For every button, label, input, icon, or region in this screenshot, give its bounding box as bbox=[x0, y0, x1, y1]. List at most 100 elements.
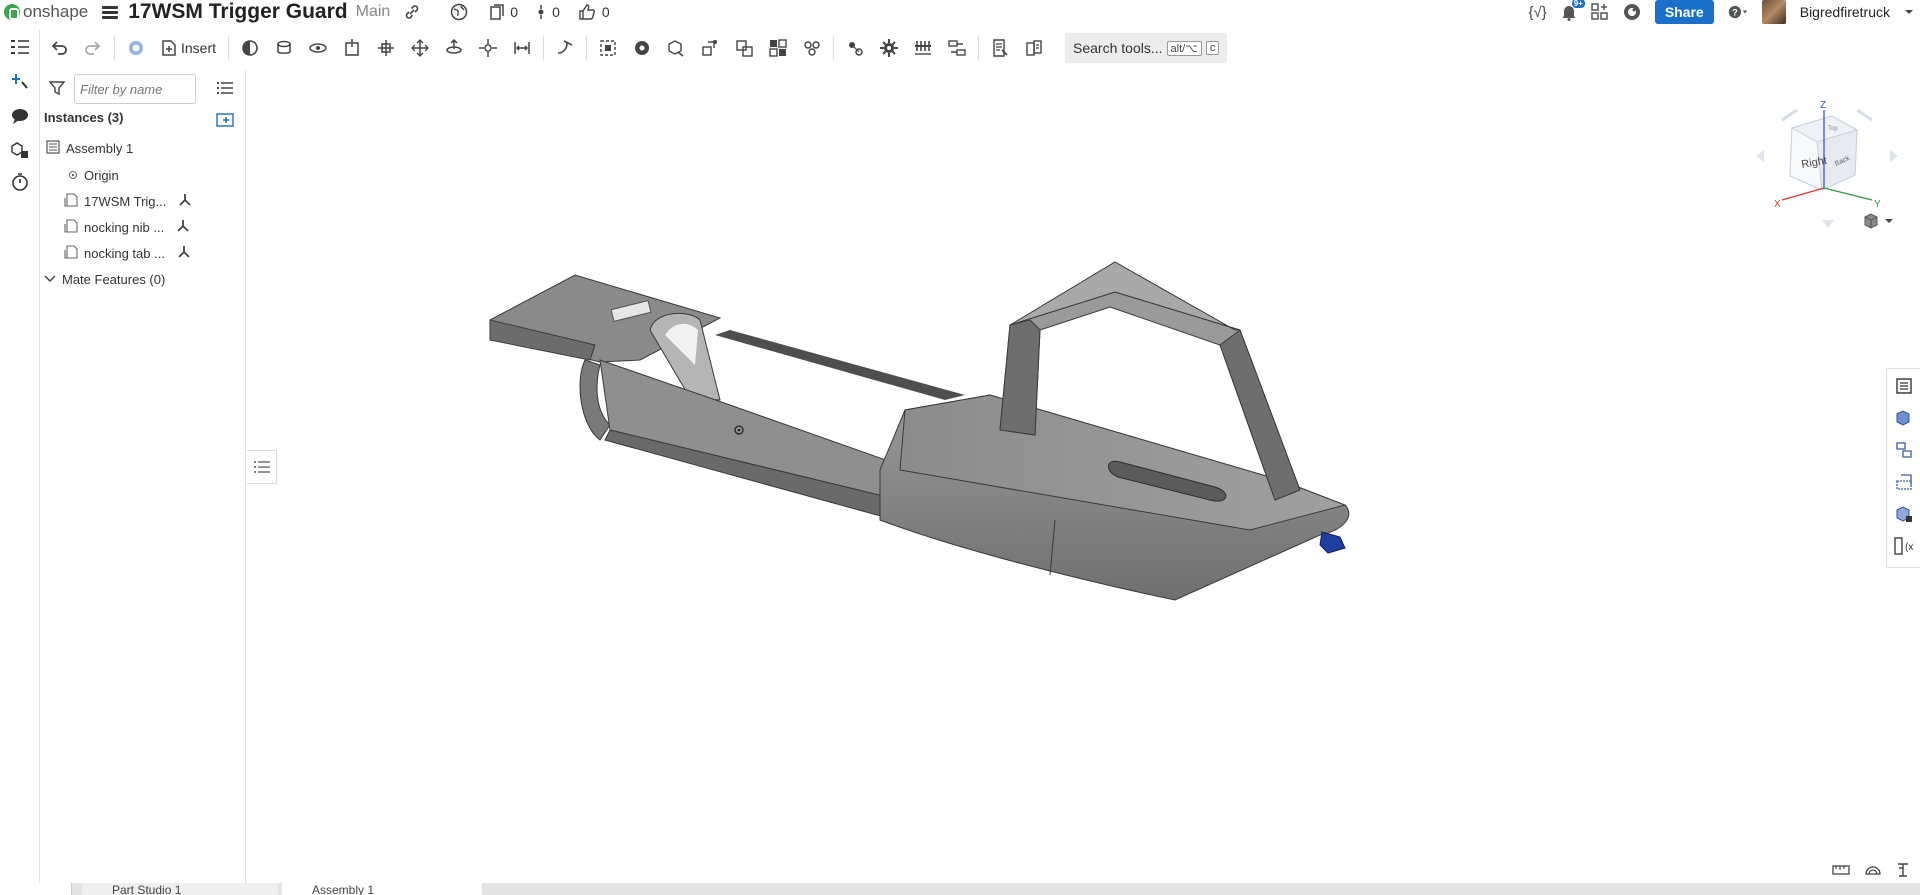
mate-connector-tri-icon[interactable] bbox=[177, 245, 191, 262]
variable-studio-icon[interactable]: {√} bbox=[1529, 4, 1547, 21]
view-cube[interactable]: Right Back Top Z X Y bbox=[1752, 90, 1902, 230]
instances-header: Instances (3) bbox=[44, 110, 124, 125]
section-view-icon[interactable] bbox=[1019, 33, 1049, 63]
appearance-icon[interactable] bbox=[1893, 407, 1915, 429]
explode-view-icon[interactable] bbox=[942, 33, 972, 63]
rack-pinion-icon[interactable] bbox=[763, 33, 793, 63]
user-avatar[interactable] bbox=[1761, 0, 1786, 24]
brand-name: onshape bbox=[23, 2, 89, 21]
branch-name[interactable]: Main bbox=[356, 3, 391, 21]
filter-funnel-icon[interactable] bbox=[48, 79, 66, 100]
circular-pattern-icon[interactable] bbox=[695, 33, 725, 63]
svg-text:?: ? bbox=[1732, 7, 1738, 17]
mate-connector-icon[interactable] bbox=[627, 33, 657, 63]
panel-toggle-icon[interactable] bbox=[247, 450, 277, 484]
z-axis-label: Z bbox=[1820, 100, 1826, 111]
tree-item-assembly[interactable]: Assembly 1 bbox=[46, 138, 133, 158]
linear-relation-icon[interactable] bbox=[840, 33, 870, 63]
pin-slot-mate-icon[interactable] bbox=[439, 33, 469, 63]
tree-item-mate-features[interactable]: Mate Features (0) bbox=[44, 269, 165, 289]
tree-item-instance[interactable]: 17WSM Trig... bbox=[64, 191, 192, 211]
revolute-mate-icon[interactable] bbox=[303, 33, 333, 63]
tangent-mate-icon[interactable] bbox=[550, 33, 580, 63]
linear-pattern-icon[interactable] bbox=[661, 33, 691, 63]
graphics-viewport[interactable] bbox=[247, 70, 1887, 883]
cylindrical-mate-icon[interactable] bbox=[405, 33, 435, 63]
named-positions-icon[interactable] bbox=[985, 33, 1015, 63]
tree-item-label: nocking tab ... bbox=[84, 245, 165, 261]
parallel-mate-icon[interactable] bbox=[507, 33, 537, 63]
link-icon[interactable] bbox=[404, 4, 420, 20]
user-menu-chevron-icon[interactable] bbox=[1904, 8, 1914, 16]
versions-counter[interactable]: 0 bbox=[490, 4, 518, 20]
tab-part-studio[interactable]: Part Studio 1 bbox=[82, 883, 278, 895]
onshape-logo[interactable]: onshape bbox=[0, 2, 88, 22]
document-title[interactable]: 17WSM Trigger Guard bbox=[128, 0, 347, 24]
group-icon[interactable] bbox=[593, 33, 623, 63]
assembly-icon bbox=[46, 139, 60, 157]
search-tools-button[interactable]: Search tools... alt/⌥ c bbox=[1065, 33, 1228, 63]
add-tab-button[interactable] bbox=[40, 883, 72, 895]
measure-icon[interactable] bbox=[1832, 862, 1850, 881]
feature-list-icon[interactable] bbox=[8, 36, 32, 60]
trigger-guard-model[interactable] bbox=[247, 70, 1887, 883]
public-globe-icon[interactable] bbox=[450, 3, 468, 21]
undo-icon[interactable] bbox=[44, 33, 74, 63]
username[interactable]: Bigredfiretruck bbox=[1800, 4, 1890, 20]
mass-properties-icon[interactable] bbox=[1864, 862, 1882, 881]
tab-label: Part Studio 1 bbox=[112, 883, 182, 895]
tree-item-label: 17WSM Trig... bbox=[84, 193, 167, 209]
view-mode-dropdown[interactable] bbox=[1862, 212, 1894, 230]
share-button[interactable]: Share bbox=[1654, 0, 1714, 24]
planar-mate-icon[interactable] bbox=[371, 33, 401, 63]
help-icon[interactable]: ? bbox=[1728, 3, 1748, 21]
notifications-bell-icon[interactable]: 9+ bbox=[1561, 0, 1585, 21]
toolbar-separator bbox=[978, 36, 980, 60]
learning-center-icon[interactable] bbox=[1623, 3, 1641, 21]
comments-icon[interactable] bbox=[8, 104, 32, 128]
replicate-icon[interactable] bbox=[235, 33, 265, 63]
redo-icon[interactable] bbox=[78, 33, 108, 63]
y-axis-label: Y bbox=[1874, 199, 1881, 210]
gear-relation-icon[interactable] bbox=[729, 33, 759, 63]
display-states-icon[interactable] bbox=[1893, 471, 1915, 493]
rotate-left-arrow-icon[interactable] bbox=[1756, 150, 1764, 162]
list-view-icon[interactable] bbox=[216, 80, 234, 99]
rotate-down-arrow-icon[interactable] bbox=[1822, 220, 1834, 228]
assembly-parts-icon[interactable] bbox=[8, 138, 32, 162]
insert-button[interactable]: Insert bbox=[155, 33, 222, 63]
slider-mate-icon[interactable] bbox=[337, 33, 367, 63]
section-analysis-icon[interactable] bbox=[1896, 862, 1910, 881]
chevron-down-icon[interactable] bbox=[44, 272, 56, 287]
ball-mate-icon[interactable] bbox=[473, 33, 503, 63]
tree-item-instance[interactable]: nocking tab ... bbox=[64, 243, 191, 263]
filter-input[interactable] bbox=[74, 74, 196, 104]
screw-relation-icon[interactable] bbox=[797, 33, 827, 63]
likes-counter[interactable]: 0 bbox=[578, 3, 610, 21]
channel-wall bbox=[715, 330, 965, 400]
locked-parts-icon[interactable] bbox=[1893, 503, 1915, 525]
mate-connector-tri-icon[interactable] bbox=[176, 219, 190, 236]
mate-connector-tri-icon[interactable] bbox=[178, 193, 192, 210]
rotate-right-arrow-icon[interactable] bbox=[1890, 150, 1898, 162]
versions-icon bbox=[490, 4, 505, 20]
configurations-icon[interactable] bbox=[1893, 439, 1915, 461]
disabled-feature-icon[interactable] bbox=[121, 33, 151, 63]
app-store-grid-icon[interactable] bbox=[1591, 3, 1609, 21]
bom-icon[interactable] bbox=[1893, 375, 1915, 397]
branches-counter[interactable]: 0 bbox=[536, 4, 560, 20]
tab-assembly[interactable]: Assembly 1 bbox=[282, 883, 482, 895]
animation-timer-icon[interactable] bbox=[8, 170, 32, 194]
likes-count: 0 bbox=[601, 4, 610, 20]
new-folder-icon[interactable] bbox=[216, 112, 236, 131]
tree-item-instance[interactable]: nocking nib ... bbox=[64, 217, 190, 237]
insert-mate-icon[interactable] bbox=[8, 70, 32, 94]
shortcut-key-c: c bbox=[1205, 41, 1220, 55]
search-tools-label: Search tools... bbox=[1073, 40, 1163, 56]
tree-item-origin[interactable]: Origin bbox=[68, 165, 119, 185]
rack-relation-icon[interactable] bbox=[908, 33, 938, 63]
main-menu-icon[interactable] bbox=[102, 5, 119, 19]
gear-settings-icon[interactable] bbox=[874, 33, 904, 63]
fastened-mate-icon[interactable] bbox=[269, 33, 299, 63]
variables-icon[interactable]: (x) bbox=[1893, 535, 1915, 557]
